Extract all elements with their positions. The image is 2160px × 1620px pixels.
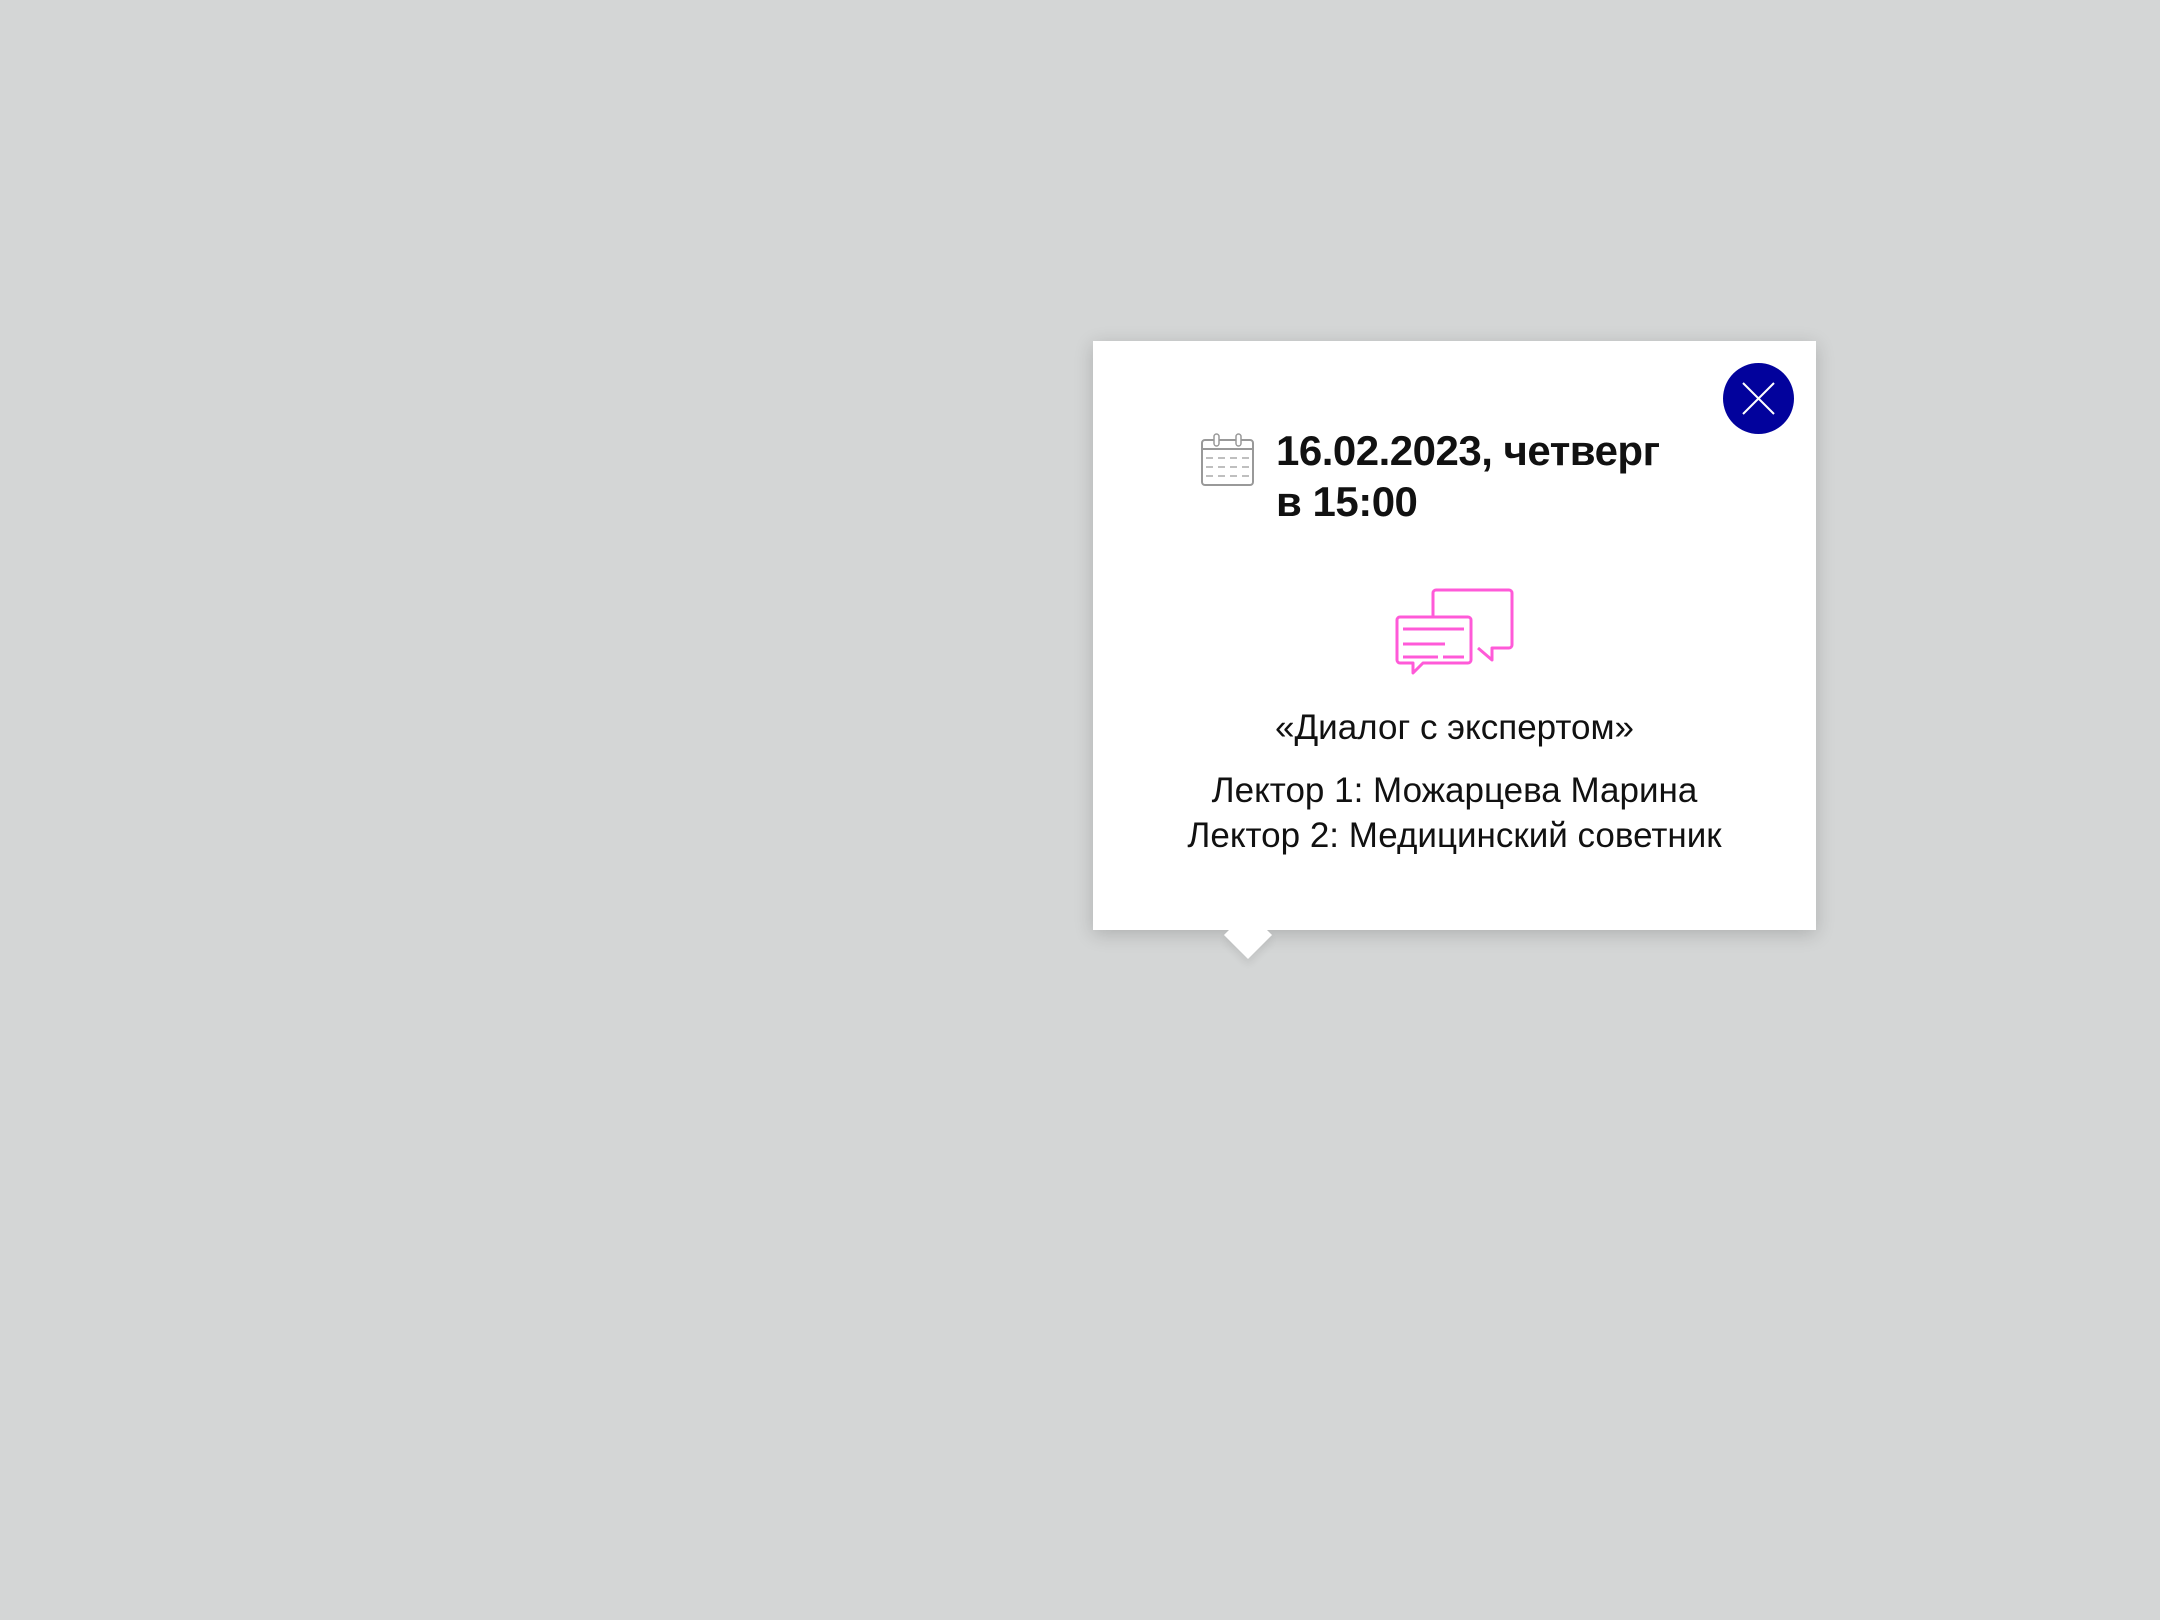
calendar-icon bbox=[1201, 433, 1254, 486]
event-date: 16.02.2023, четверг bbox=[1276, 427, 1660, 474]
event-title: «Диалог с экспертом» bbox=[1275, 708, 1634, 747]
event-time: в 15:00 bbox=[1276, 478, 1418, 525]
lecturer-list: Лектор 1: Можарцева Марина Лектор 2: Мед… bbox=[1093, 768, 1816, 858]
event-datetime: 16.02.2023, четверг в 15:00 bbox=[1276, 425, 1660, 527]
lecturer-1: Лектор 1: Можарцева Марина bbox=[1211, 771, 1698, 810]
close-icon bbox=[1742, 382, 1775, 415]
chat-bubbles-icon bbox=[1395, 588, 1514, 675]
close-button[interactable] bbox=[1723, 363, 1794, 434]
lecturer-2: Лектор 2: Медицинский советник bbox=[1187, 816, 1722, 855]
